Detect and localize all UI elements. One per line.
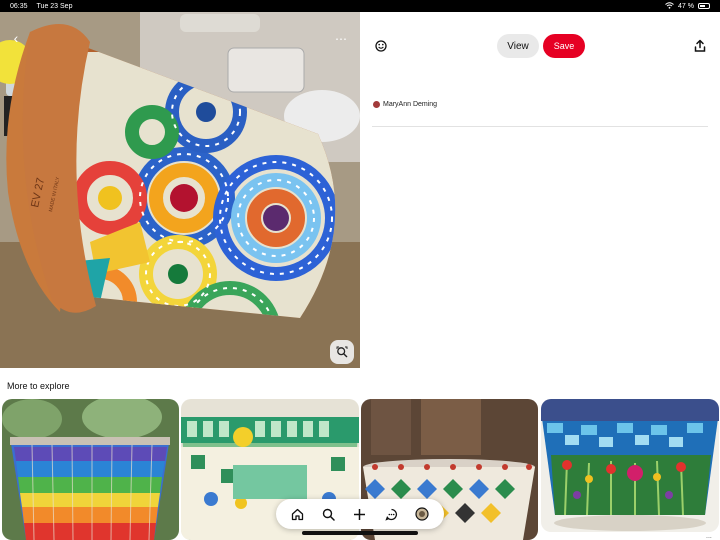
more-ellipsis-icon[interactable]: ⋯	[335, 32, 348, 46]
author-name: MaryAnn Deming	[383, 101, 438, 108]
search-icon[interactable]	[322, 507, 336, 521]
view-button[interactable]: View	[497, 34, 539, 58]
divider	[372, 126, 708, 127]
visual-search-icon	[336, 346, 348, 358]
home-indicator	[302, 531, 418, 535]
visual-search-button[interactable]	[330, 340, 354, 364]
explore-pin-4-more[interactable]: ...	[706, 533, 712, 540]
messages-icon[interactable]	[384, 507, 398, 521]
share-icon[interactable]	[693, 39, 707, 53]
mosaic-pot-illustration: EV 27 MADE IN ITALY	[0, 12, 360, 368]
pin-details-panel: View Save MaryAnn Deming	[360, 12, 720, 368]
wifi-icon	[665, 1, 674, 11]
home-icon[interactable]	[291, 507, 305, 521]
status-bar: 06:35 Tue 23 Sep 47 %	[0, 0, 720, 12]
back-chevron-icon[interactable]: ‹	[8, 30, 24, 46]
explore-pin-4[interactable]	[541, 399, 719, 532]
battery-icon	[698, 3, 710, 9]
author-row[interactable]: MaryAnn Deming	[373, 101, 437, 108]
explore-pin-1[interactable]	[2, 399, 179, 540]
status-time: 06:35	[10, 2, 28, 10]
plus-icon[interactable]	[353, 507, 367, 521]
author-avatar	[373, 101, 380, 108]
bottom-nav-bar	[276, 499, 444, 529]
profile-icon[interactable]	[415, 507, 429, 521]
battery-percent: 47 %	[678, 2, 694, 10]
explore-heading: More to explore	[7, 381, 70, 391]
status-date: Tue 23 Sep	[36, 2, 73, 10]
save-button[interactable]: Save	[543, 34, 585, 58]
pin-image[interactable]: EV 27 MADE IN ITALY ‹ ⋯	[0, 12, 360, 368]
reaction-icon[interactable]	[374, 39, 388, 53]
